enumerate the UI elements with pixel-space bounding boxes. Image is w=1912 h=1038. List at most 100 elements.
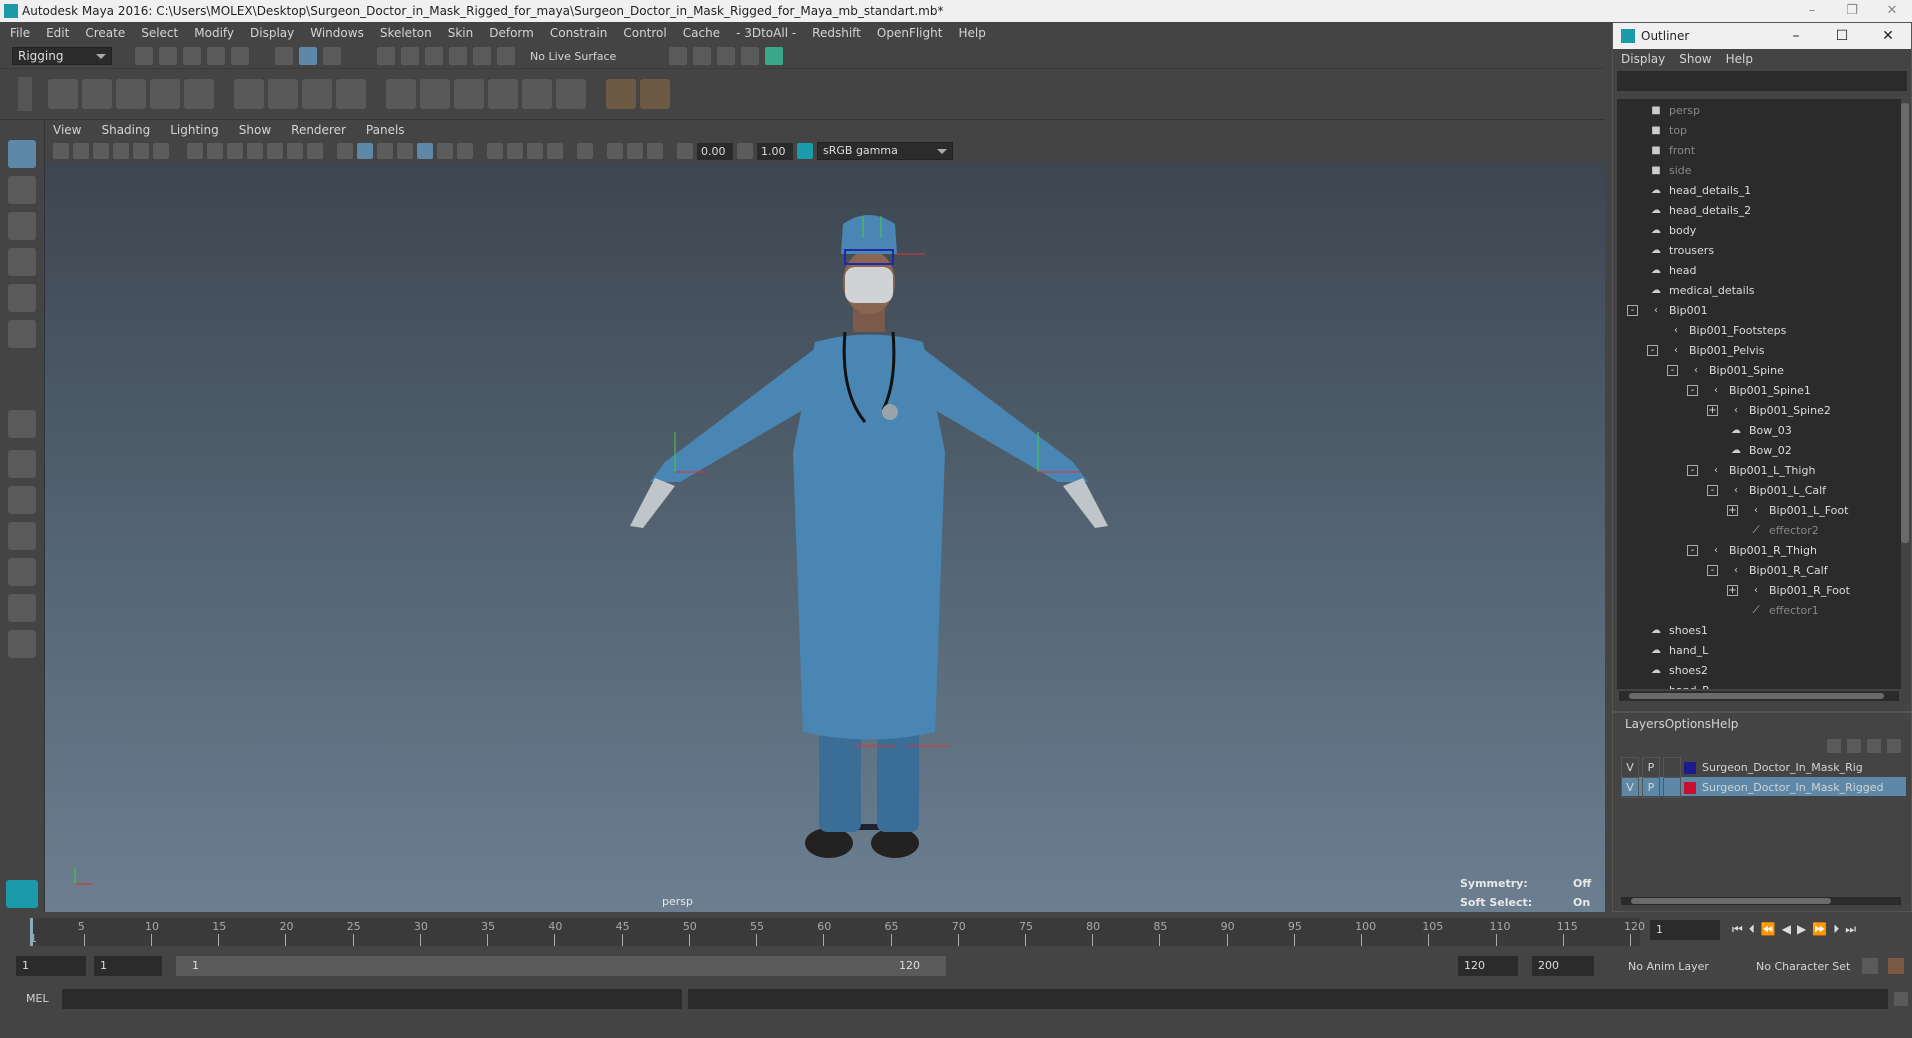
field-chart-icon[interactable]: [267, 143, 283, 159]
move-layer-down-icon[interactable]: [1847, 739, 1861, 753]
collapse-icon[interactable]: -: [1687, 545, 1698, 556]
menu-skin[interactable]: Skin: [448, 26, 474, 40]
minimize-icon[interactable]: –: [1773, 23, 1819, 49]
menu-edit[interactable]: Edit: [46, 26, 69, 40]
time-slider[interactable]: 1 5 10 15 20 25 30 35 40 45 50 55 60 65 70 75 80 85 90 95 10…: [0, 912, 1912, 952]
layer-menu-layers[interactable]: Layers: [1625, 717, 1665, 731]
new-layer-icon[interactable]: [1867, 739, 1881, 753]
depth-of-field-icon[interactable]: [527, 143, 543, 159]
set-key-icon[interactable]: [606, 79, 636, 109]
play-forward-icon[interactable]: ▶: [1797, 922, 1806, 937]
layer-visibility-toggle[interactable]: V: [1621, 757, 1639, 778]
outliner-item[interactable]: ⟋ effector1: [1749, 601, 1819, 621]
outliner-item[interactable]: ■ side: [1649, 161, 1691, 181]
gate-mask-icon[interactable]: [247, 143, 263, 159]
new-scene-icon[interactable]: [135, 47, 153, 65]
snap-curve-icon[interactable]: [401, 47, 419, 65]
outliner-item[interactable]: ■ front: [1649, 141, 1695, 161]
panel-menu-lighting[interactable]: Lighting: [170, 123, 219, 137]
snap-view-icon[interactable]: [449, 47, 467, 65]
move-layer-up-icon[interactable]: [1827, 739, 1841, 753]
paint-select-icon[interactable]: [8, 212, 36, 240]
resolution-gate-icon[interactable]: [227, 143, 243, 159]
maximize-icon[interactable]: ☐: [1819, 23, 1865, 49]
menu-select[interactable]: Select: [141, 26, 178, 40]
layer-color-swatch[interactable]: [1684, 782, 1696, 794]
panel-menu-view[interactable]: View: [53, 123, 81, 137]
xray-active-icon[interactable]: [627, 143, 643, 159]
parent-constraint-icon[interactable]: [522, 79, 552, 109]
anim-prefs-icon[interactable]: [1888, 958, 1904, 974]
restore-icon[interactable]: ❐: [1832, 0, 1872, 22]
color-management-icon[interactable]: [797, 143, 813, 159]
outliner-tree[interactable]: ■ persp ■ top ■ front ■ side ☁ head_details_1 ☁ hea…: [1617, 99, 1901, 689]
outliner-item[interactable]: ‹ Bip001_Spine1: [1709, 381, 1811, 401]
gamma-field[interactable]: 1.00: [757, 142, 793, 160]
save-scene-icon[interactable]: [183, 47, 201, 65]
menu-display[interactable]: Display: [250, 26, 294, 40]
hypershade-icon[interactable]: [765, 47, 784, 65]
side-by-side-icon[interactable]: [8, 486, 36, 514]
lights-icon[interactable]: [417, 143, 433, 159]
outliner-item[interactable]: ■ persp: [1649, 101, 1700, 121]
collapse-icon[interactable]: -: [1627, 305, 1638, 316]
gamma-icon[interactable]: [737, 143, 753, 159]
current-frame-field[interactable]: 1: [1650, 920, 1720, 940]
ik-handle-icon[interactable]: [116, 79, 146, 109]
wireframe-icon[interactable]: [337, 143, 353, 159]
outliner-item[interactable]: ‹ Bip001_Pelvis: [1669, 341, 1764, 361]
outliner-item[interactable]: ‹ Bip001_L_Calf: [1729, 481, 1826, 501]
playback-start-field[interactable]: 1: [94, 956, 162, 976]
close-icon[interactable]: ✕: [1865, 23, 1911, 49]
menu-windows[interactable]: Windows: [310, 26, 364, 40]
outliner-item[interactable]: ‹ Bip001: [1649, 301, 1708, 321]
outliner-item[interactable]: ‹ Bip001_Footsteps: [1669, 321, 1786, 341]
persp-graph-icon[interactable]: [8, 522, 36, 550]
rotate-tool-icon[interactable]: [8, 284, 36, 312]
menu-deform[interactable]: Deform: [489, 26, 534, 40]
expand-icon[interactable]: +: [1727, 585, 1738, 596]
outliner-item[interactable]: ‹ Bip001_Spine: [1689, 361, 1784, 381]
hypergraph-layout-icon[interactable]: [8, 594, 36, 622]
aim-constraint-icon[interactable]: [420, 79, 450, 109]
menu-create[interactable]: Create: [85, 26, 125, 40]
grease-pencil-icon[interactable]: [153, 143, 169, 159]
camera-attr-icon[interactable]: [73, 143, 89, 159]
lasso-tool-icon[interactable]: [8, 176, 36, 204]
layer-color-swatch[interactable]: [1684, 762, 1696, 774]
minimize-icon[interactable]: –: [1792, 0, 1832, 22]
menu-skeleton[interactable]: Skeleton: [380, 26, 432, 40]
camera-select-icon[interactable]: [53, 143, 69, 159]
command-input[interactable]: [62, 989, 682, 1009]
outliner-item[interactable]: ☁ medical_details: [1649, 281, 1755, 301]
joint-tool-icon[interactable]: [48, 79, 78, 109]
character-set-dropdown[interactable]: No Character Set: [1756, 960, 1850, 973]
outliner-menu-show[interactable]: Show: [1679, 52, 1711, 66]
panel-menu-shading[interactable]: Shading: [101, 123, 150, 137]
current-time-marker[interactable]: [30, 918, 33, 946]
snap-point-icon[interactable]: [425, 47, 443, 65]
scale-constraint-icon[interactable]: [488, 79, 518, 109]
live-surface-label[interactable]: No Live Surface: [530, 50, 616, 63]
textured-icon[interactable]: [397, 143, 413, 159]
menu-help[interactable]: Help: [958, 26, 985, 40]
pole-vector-icon[interactable]: [556, 79, 586, 109]
render-view-icon[interactable]: [669, 47, 688, 65]
collapse-icon[interactable]: -: [1687, 465, 1698, 476]
persp-outliner-icon[interactable]: [8, 558, 36, 586]
shadows-icon[interactable]: [437, 143, 453, 159]
four-pane-icon[interactable]: [8, 450, 36, 478]
menu-3dtoall[interactable]: - 3DtoAll -: [736, 26, 796, 40]
outliner-item[interactable]: ‹ Bip001_R_Thigh: [1709, 541, 1817, 561]
outliner-item[interactable]: ‹ Bip001_L_Thigh: [1709, 461, 1815, 481]
maya-home-icon[interactable]: [6, 880, 38, 908]
layer-visibility-toggle[interactable]: V: [1621, 777, 1639, 798]
step-forward-key-icon[interactable]: ⏵: [1833, 922, 1839, 937]
step-forward-frame-icon[interactable]: ⏩: [1812, 922, 1827, 937]
2d-pan-icon[interactable]: [133, 143, 149, 159]
outliner-item[interactable]: ‹ Bip001_R_Calf: [1729, 561, 1828, 581]
new-layer-selected-icon[interactable]: [1887, 739, 1901, 753]
film-gate-icon[interactable]: [207, 143, 223, 159]
go-to-start-icon[interactable]: ⏮: [1732, 922, 1743, 937]
layer-display-type[interactable]: [1663, 777, 1681, 798]
